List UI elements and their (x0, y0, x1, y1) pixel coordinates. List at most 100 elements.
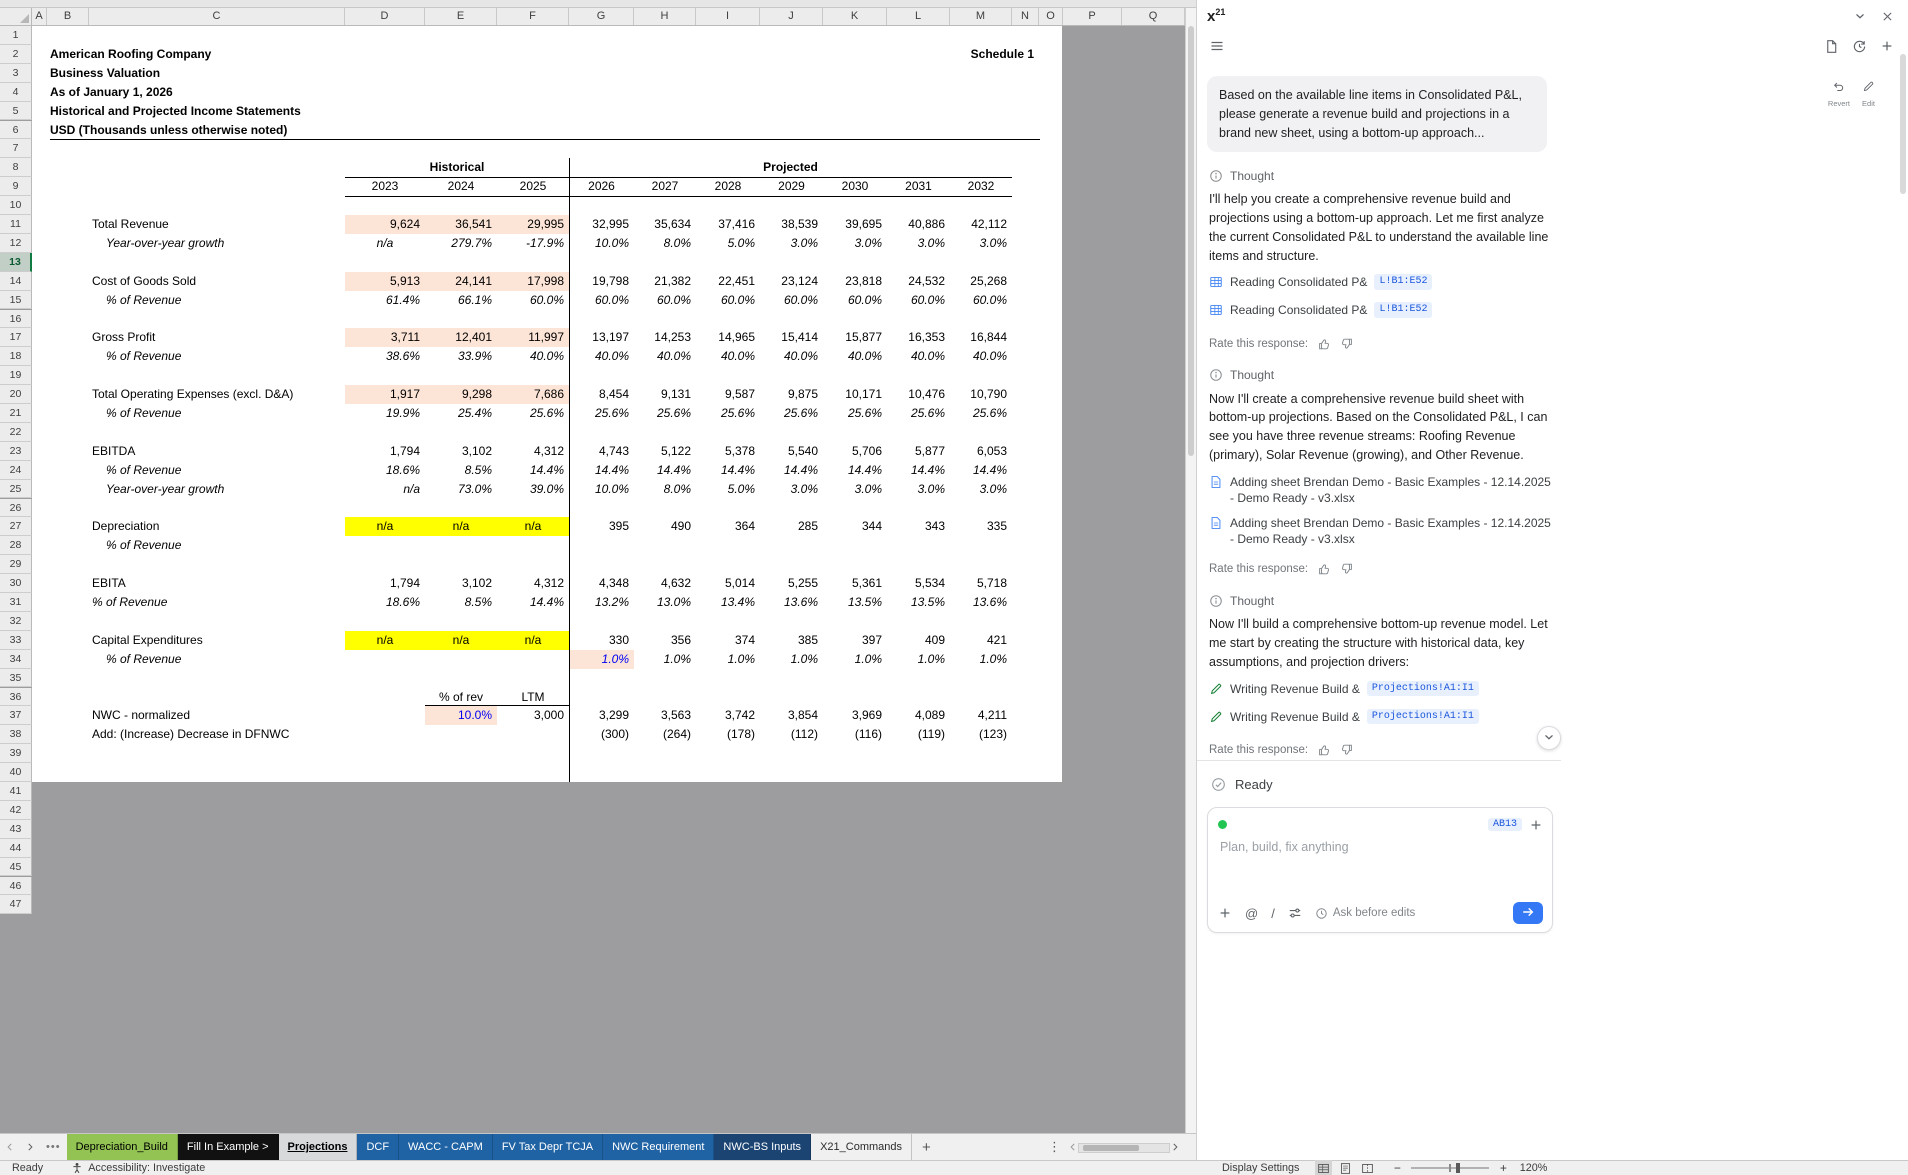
cell-J21[interactable]: 25.6% (760, 404, 823, 423)
cell-I11[interactable]: 37,416 (696, 215, 760, 234)
cell-G12[interactable]: 10.0% (569, 234, 634, 253)
row-header-46[interactable]: 46 (0, 876, 32, 896)
thumbs-up-icon[interactable] (1317, 562, 1331, 576)
new-document-icon[interactable] (1824, 39, 1839, 54)
row-header-38[interactable]: 38 (0, 725, 32, 745)
column-header-I[interactable]: I (696, 8, 760, 25)
cell-G34[interactable]: 1.0% (569, 649, 634, 669)
cell-M24[interactable]: 14.4% (950, 461, 1012, 480)
cell-I25[interactable]: 5.0% (696, 480, 760, 499)
cell-L23[interactable]: 5,877 (887, 442, 950, 461)
tool-action[interactable]: Reading Consolidated P& L!B1:E52 (1209, 274, 1555, 293)
cell-L38[interactable]: (119) (887, 725, 950, 744)
cell-H33[interactable]: 356 (634, 631, 696, 650)
cell-L11[interactable]: 40,886 (887, 215, 950, 234)
cell-E24[interactable]: 8.5% (425, 461, 497, 480)
menu-icon[interactable] (1209, 38, 1225, 54)
cell-I30[interactable]: 5,014 (696, 574, 760, 593)
cell-F20[interactable]: 7,686 (497, 385, 569, 404)
cell-E25[interactable]: 73.0% (425, 480, 497, 499)
cell-K9[interactable]: 2030 (823, 177, 887, 196)
accessibility-status-button[interactable]: Accessibility: Investigate (71, 1162, 205, 1174)
cell-B6[interactable]: USD (Thousands unless otherwise noted) (47, 121, 287, 140)
select-all-button[interactable] (0, 8, 32, 25)
row-header-27[interactable]: 27 (0, 517, 32, 537)
cell-J34[interactable]: 1.0% (760, 650, 823, 669)
tool-action[interactable]: Adding sheet Brendan Demo - Basic Exampl… (1209, 474, 1555, 506)
cell-F18[interactable]: 40.0% (497, 347, 569, 366)
cell-F21[interactable]: 25.6% (497, 404, 569, 423)
cell-E21[interactable]: 25.4% (425, 404, 497, 423)
cell-K24[interactable]: 14.4% (823, 461, 887, 480)
cell-L14[interactable]: 24,532 (887, 272, 950, 291)
cell-F12[interactable]: -17.9% (497, 234, 569, 253)
row-header-7[interactable]: 7 (0, 139, 32, 159)
row-header-34[interactable]: 34 (0, 649, 32, 669)
cell-K12[interactable]: 3.0% (823, 234, 887, 253)
range-chip[interactable]: Projections!A1:I1 (1366, 708, 1479, 725)
cell-M37[interactable]: 4,211 (950, 706, 1012, 725)
range-chip[interactable]: L!B1:E52 (1374, 302, 1433, 318)
cell-K15[interactable]: 60.0% (823, 291, 887, 310)
cell-E33[interactable]: n/a (425, 630, 497, 650)
row-header-31[interactable]: 31 (0, 593, 32, 612)
cell-G17[interactable]: 13,197 (569, 328, 634, 347)
row-header-18[interactable]: 18 (0, 347, 32, 367)
cell-C37[interactable]: NWC - normalized (89, 706, 345, 725)
cell-F37[interactable]: 3,000 (497, 706, 569, 725)
row-header-45[interactable]: 45 (0, 857, 32, 877)
cell-G25[interactable]: 10.0% (569, 480, 634, 499)
cell-B5[interactable]: Historical and Projected Income Statemen… (47, 102, 301, 121)
column-header-C[interactable]: C (89, 8, 345, 25)
cell-I27[interactable]: 364 (696, 517, 760, 536)
cell-F11[interactable]: 29,995 (497, 215, 569, 234)
cell-L31[interactable]: 13.5% (887, 593, 950, 612)
page-break-view-button[interactable] (1361, 1162, 1374, 1175)
cell-J33[interactable]: 385 (760, 631, 823, 650)
cell-I15[interactable]: 60.0% (696, 291, 760, 310)
row-header-16[interactable]: 16 (0, 309, 32, 329)
column-header-M[interactable]: M (950, 8, 1012, 25)
cell-G24[interactable]: 14.4% (569, 461, 634, 480)
new-chat-icon[interactable] (1880, 39, 1894, 53)
revert-message-button[interactable]: Revert (1828, 80, 1850, 108)
range-chip[interactable]: Projections!A1:I1 (1366, 680, 1479, 697)
cell-E20[interactable]: 9,298 (425, 385, 497, 404)
cell-L34[interactable]: 1.0% (887, 650, 950, 669)
row-header-3[interactable]: 3 (0, 63, 32, 83)
cell-B2[interactable]: American Roofing Company (47, 45, 211, 64)
cell-H14[interactable]: 21,382 (634, 272, 696, 291)
column-header-E[interactable]: E (425, 8, 497, 25)
cell-L9[interactable]: 2031 (887, 177, 950, 196)
tool-action[interactable]: Reading Consolidated P& L!B1:E52 (1209, 302, 1555, 321)
cell-I14[interactable]: 22,451 (696, 272, 760, 291)
cell-I20[interactable]: 9,587 (696, 385, 760, 404)
zoom-in-button[interactable]: + (1498, 1161, 1508, 1175)
cell-C23[interactable]: EBITDA (89, 442, 345, 461)
cell-D14[interactable]: 5,913 (345, 271, 425, 291)
cell-L18[interactable]: 40.0% (887, 347, 950, 366)
cell-F23[interactable]: 4,312 (497, 442, 569, 461)
tab-scroll-right-button[interactable] (20, 1134, 40, 1160)
row-header-20[interactable]: 20 (0, 385, 32, 404)
column-header-A[interactable]: A (32, 8, 47, 25)
new-sheet-button[interactable]: + (912, 1139, 941, 1156)
cell-G20[interactable]: 8,454 (569, 385, 634, 404)
cell-C15[interactable]: % of Revenue (89, 291, 345, 310)
cell-G18[interactable]: 40.0% (569, 347, 634, 366)
cell-E14[interactable]: 24,141 (425, 271, 497, 291)
cell-J9[interactable]: 2029 (760, 177, 823, 196)
cell-G14[interactable]: 19,798 (569, 272, 634, 291)
cell-J30[interactable]: 5,255 (760, 574, 823, 593)
cell-J14[interactable]: 23,124 (760, 272, 823, 291)
sheet-tab-fv-tax-depr-tcja[interactable]: FV Tax Depr TCJA (492, 1134, 604, 1160)
cell-E9[interactable]: 2024 (425, 177, 497, 196)
cell-D27[interactable]: n/a (345, 517, 425, 537)
cell-L27[interactable]: 343 (887, 517, 950, 536)
row-header-4[interactable]: 4 (0, 82, 32, 102)
cell-D21[interactable]: 19.9% (345, 404, 425, 423)
cell-F25[interactable]: 39.0% (497, 480, 569, 499)
cell-D15[interactable]: 61.4% (345, 291, 425, 310)
cell-K18[interactable]: 40.0% (823, 347, 887, 366)
cell-D31[interactable]: 18.6% (345, 593, 425, 612)
